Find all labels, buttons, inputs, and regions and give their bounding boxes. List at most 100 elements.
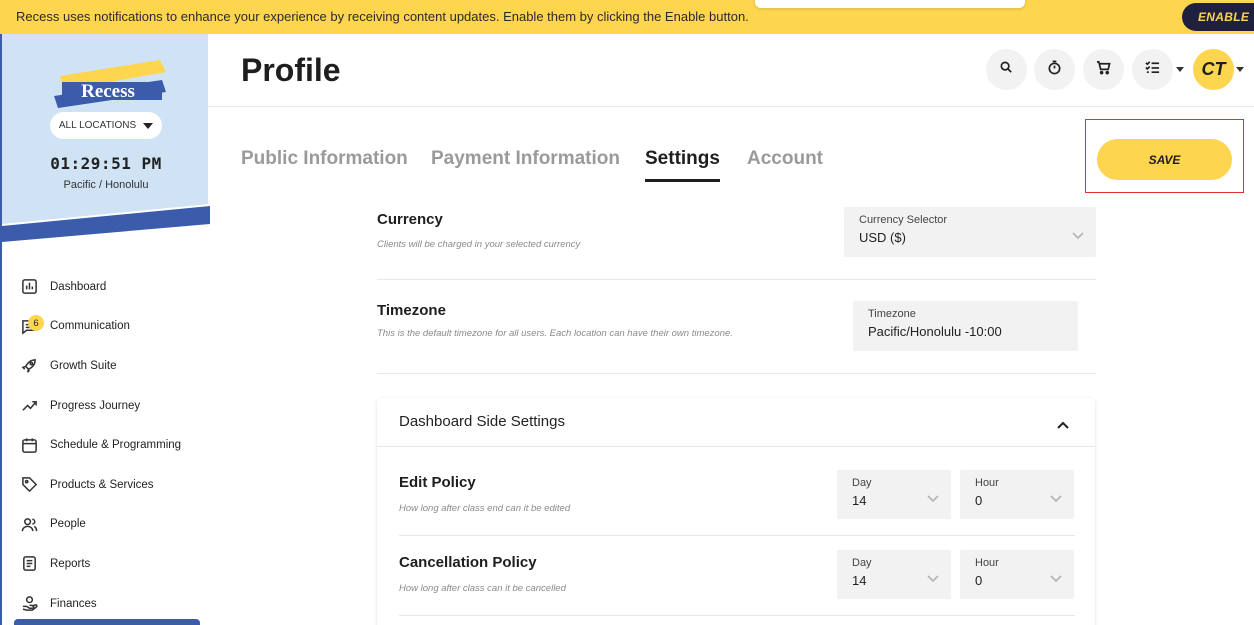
clock-timezone: Pacific / Honolulu: [63, 179, 149, 191]
logo-text: Recess: [81, 81, 135, 102]
chevron-down-icon: [1072, 227, 1084, 240]
location-label: ALL LOCATIONS: [58, 120, 137, 131]
sidebar-item-label: Progress Journey: [50, 399, 141, 412]
tab-payment-information[interactable]: Payment Information: [431, 148, 620, 170]
sidebar-item-people[interactable]: People: [20, 505, 205, 545]
sidebar-item-reports[interactable]: Reports: [20, 544, 205, 584]
sidebar: Recess ALL LOCATIONS 01:29:51 PM Pacific…: [0, 34, 210, 625]
chart-bar-icon: [20, 278, 38, 296]
enable-notifications-button[interactable]: ENABLE: [1182, 3, 1254, 31]
edit-policy-description: How long after class end can it be edite…: [399, 503, 571, 514]
cancellation-policy-title: Cancellation Policy: [399, 554, 537, 571]
sidebar-item-label: Finances: [50, 597, 97, 610]
currency-selector[interactable]: Currency Selector USD ($): [844, 207, 1096, 257]
cart-icon: [1096, 60, 1111, 80]
currency-description: Clients will be charged in your selected…: [377, 239, 581, 250]
hour-label: Hour: [975, 477, 999, 489]
sidebar-nav: Dashboard 6 Communication Growth Suite P…: [20, 267, 205, 623]
sidebar-item-communication[interactable]: 6 Communication: [20, 307, 205, 347]
chevron-up-icon[interactable]: [1057, 416, 1069, 434]
timezone-field[interactable]: Timezone Pacific/Honolulu -10:00: [853, 301, 1078, 351]
day-value: 14: [852, 573, 867, 588]
sidebar-item-growth-suite[interactable]: Growth Suite: [20, 346, 205, 386]
trend-up-icon: [20, 397, 38, 415]
currency-selector-label: Currency Selector: [859, 214, 948, 226]
edit-policy-day-select[interactable]: Day 14: [837, 470, 951, 519]
tab-public-information[interactable]: Public Information: [241, 148, 408, 170]
divider: [377, 279, 1096, 280]
tag-icon: [20, 476, 38, 494]
sidebar-item-schedule-programming[interactable]: Schedule & Programming: [20, 425, 205, 465]
day-label: Day: [852, 557, 872, 569]
cancellation-policy-day-select[interactable]: Day 14: [837, 550, 951, 599]
chevron-down-icon: [927, 490, 939, 503]
recess-logo: Recess: [54, 60, 166, 108]
calendar-icon: [20, 436, 38, 454]
day-value: 14: [852, 493, 867, 508]
timer-button[interactable]: [1034, 49, 1075, 90]
sidebar-item-label: Reports: [50, 557, 91, 570]
sidebar-wave: [2, 204, 210, 244]
sidebar-item-label: Products & Services: [50, 478, 154, 491]
location-selector[interactable]: ALL LOCATIONS: [50, 112, 162, 139]
divider: [377, 373, 1096, 374]
chevron-down-icon: [1050, 570, 1062, 583]
tasks-icon: [1145, 60, 1160, 80]
sidebar-item-dashboard[interactable]: Dashboard: [20, 267, 205, 307]
search-icon: [999, 60, 1014, 80]
sidebar-item-finances[interactable]: Finances: [20, 584, 205, 624]
search-button[interactable]: [986, 49, 1027, 90]
divider: [399, 615, 1075, 616]
active-tab-indicator: [645, 179, 720, 182]
edit-policy-hour-select[interactable]: Hour 0: [960, 470, 1074, 519]
currency-selector-value: USD ($): [859, 230, 906, 245]
card-title: Dashboard Side Settings: [399, 413, 565, 430]
timer-icon: [1047, 60, 1062, 80]
message-icon: 6: [20, 315, 44, 335]
tasks-button[interactable]: [1132, 49, 1173, 90]
chevron-down-icon: [927, 570, 939, 583]
people-icon: [20, 515, 38, 533]
hour-label: Hour: [975, 557, 999, 569]
sidebar-item-products-services[interactable]: Products & Services: [20, 465, 205, 505]
cancellation-policy-hour-select[interactable]: Hour 0: [960, 550, 1074, 599]
currency-title: Currency: [377, 211, 443, 228]
chevron-down-icon: [1050, 490, 1062, 503]
timezone-field-value: Pacific/Honolulu -10:00: [868, 324, 1002, 339]
cart-button[interactable]: [1083, 49, 1124, 90]
hour-value: 0: [975, 493, 983, 508]
caret-down-icon[interactable]: [1176, 67, 1184, 72]
timezone-field-label: Timezone: [868, 308, 916, 320]
dashboard-side-settings-card: Dashboard Side Settings Edit Policy How …: [377, 398, 1095, 625]
report-icon: [20, 555, 38, 573]
avatar[interactable]: CT: [1193, 49, 1234, 90]
rocket-icon: [20, 357, 38, 375]
card-header[interactable]: Dashboard Side Settings: [377, 398, 1095, 447]
tab-account[interactable]: Account: [747, 148, 823, 170]
notification-banner: Recess uses notifications to enhance you…: [0, 0, 1254, 34]
divider: [399, 535, 1075, 536]
save-button[interactable]: SAVE: [1097, 139, 1232, 180]
timezone-title: Timezone: [377, 302, 446, 319]
caret-down-icon[interactable]: [1236, 67, 1244, 72]
clock: 01:29:51 PM: [50, 154, 162, 173]
notification-badge: 6: [28, 315, 44, 332]
finance-icon: [20, 595, 38, 613]
timezone-description: This is the default timezone for all use…: [377, 328, 733, 339]
sidebar-active-item[interactable]: [14, 619, 200, 625]
sidebar-item-label: Dashboard: [50, 280, 107, 293]
banner-popup: [755, 0, 1025, 8]
sidebar-item-label: People: [50, 518, 86, 531]
hour-value: 0: [975, 573, 983, 588]
banner-message: Recess uses notifications to enhance you…: [16, 9, 749, 24]
sidebar-item-label: Growth Suite: [50, 359, 117, 372]
cancellation-policy-description: How long after class can it be cancelled: [399, 583, 566, 594]
caret-down-icon: [143, 122, 154, 129]
page-title: Profile: [241, 52, 341, 88]
sidebar-item-progress-journey[interactable]: Progress Journey: [20, 386, 205, 426]
sidebar-item-label: Schedule & Programming: [50, 439, 182, 452]
sidebar-item-label: Communication: [50, 320, 130, 333]
edit-policy-title: Edit Policy: [399, 474, 476, 491]
tab-settings[interactable]: Settings: [645, 148, 720, 170]
page-header: Profile CT: [208, 34, 1254, 107]
